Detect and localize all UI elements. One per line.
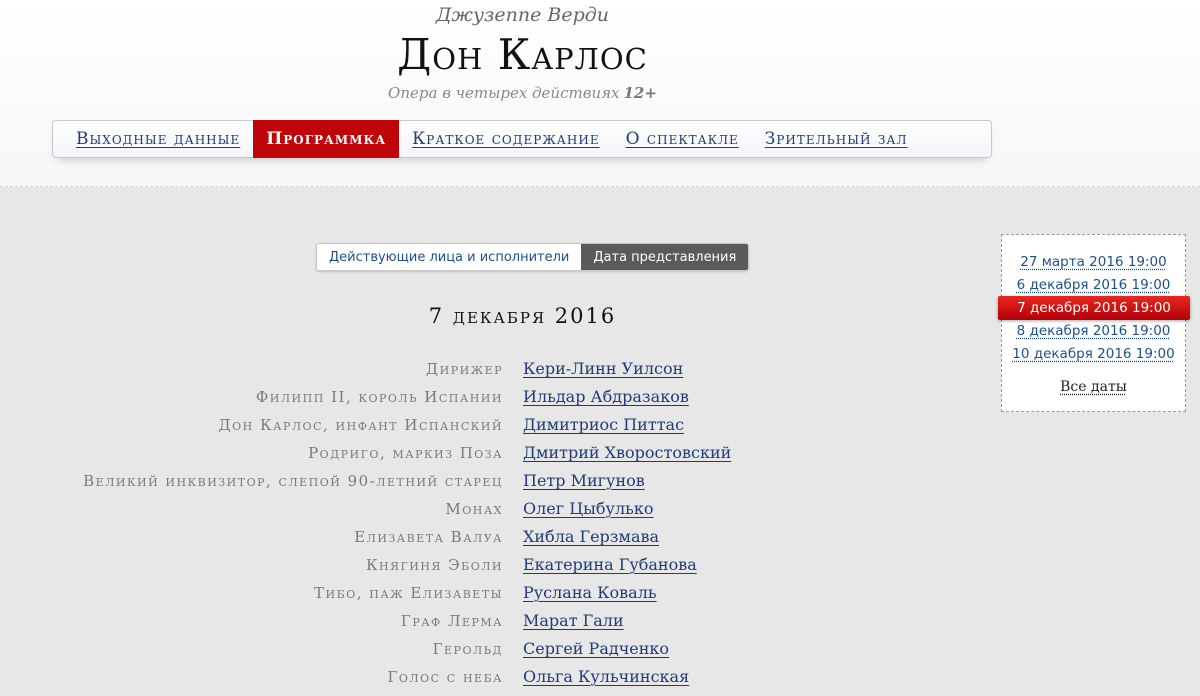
page-title: Дон Карлос [397,30,648,79]
tab-performance-date[interactable]: Дата представления [581,244,749,270]
nav-item-hall[interactable]: Зрительный зал [752,121,921,157]
composer-name: Джузеппе Верди [435,4,610,26]
performer-link[interactable]: Олег Цыбулько [523,499,653,518]
role-name: Дон Карлос, инфант Испанский [218,416,503,434]
role-name: Княгиня Эболи [365,556,503,574]
cast-row: Граф Лерма Марат Гали [0,608,1000,636]
performer-link[interactable]: Марат Гали [523,611,624,630]
performance-date-heading: 7 декабря 2016 [428,304,617,328]
cast-row: Тибо, паж Елизаветы Руслана Коваль [0,580,1000,608]
date-link[interactable]: 27 марта 2016 19:00 [1002,254,1185,270]
date-link[interactable]: 8 декабря 2016 19:00 [1002,323,1185,339]
performer-link[interactable]: Сергей Радченко [523,639,669,658]
cast-row: Елизавета Валуа Хибла Герзмава [0,524,1000,552]
date-link[interactable]: 6 декабря 2016 19:00 [1002,277,1185,293]
performer-link[interactable]: Димитриос Питтас [523,415,684,434]
cast-row: Великий инквизитор, слепой 90-летний ста… [0,468,1000,496]
role-name: Тибо, паж Елизаветы [314,584,503,602]
subtitle-text: Опера в четырех действиях [388,84,620,102]
nav-item-about[interactable]: О спектакле [613,121,752,157]
cast-row: Княгиня Эболи Екатерина Губанова [0,552,1000,580]
tab-cast[interactable]: Действующие лица и исполнители [317,244,582,270]
all-dates-link[interactable]: Все даты [1002,379,1185,395]
page-header: Джузеппе Верди Дон Карлос Опера в четыре… [0,0,1200,187]
nav-item-synopsis[interactable]: Краткое содержание [399,121,612,157]
performer-link[interactable]: Дмитрий Хворостовский [523,443,731,462]
cast-row: Голос с неба Ольга Кульчинская [0,664,1000,692]
performer-link[interactable]: Руслана Коваль [523,583,657,602]
role-name: Елизавета Валуа [354,528,503,546]
role-name: Филипп II, король Испании [255,388,503,406]
role-name: Герольд [432,640,503,658]
main-nav: Выходные данные Программка Краткое содер… [52,120,992,158]
opera-subtitle: Опера в четырех действиях 12+ [0,84,1045,102]
role-name: Дирижер [425,360,503,378]
nav-item-program[interactable]: Программка [253,120,400,158]
role-name: Монах [445,500,503,518]
cast-row: Дон Карлос, инфант Испанский Димитриос П… [0,412,1000,440]
nav-item-credits[interactable]: Выходные данные [63,121,253,157]
date-link[interactable]: 10 декабря 2016 19:00 [1002,346,1185,362]
performer-link[interactable]: Петр Мигунов [523,471,645,490]
performer-link[interactable]: Ильдар Абдразаков [523,387,689,406]
role-name: Граф Лерма [400,612,503,630]
cast-row: Монах Олег Цыбулько [0,496,1000,524]
date-link-selected[interactable]: 7 декабря 2016 19:00 [998,296,1190,320]
role-name: Родриго, маркиз Поза [308,444,503,462]
cast-row: Дирижер Кери-Линн Уилсон [0,356,1000,384]
age-rating-badge: 12+ [623,84,657,102]
performer-link[interactable]: Кери-Линн Уилсон [523,359,683,378]
cast-row: Герольд Сергей Радченко [0,636,1000,664]
performance-dates-box: 27 марта 2016 19:00 6 декабря 2016 19:00… [998,234,1190,412]
cast-row: Филипп II, король Испании Ильдар Абдраза… [0,384,1000,412]
performer-link[interactable]: Хибла Герзмава [523,527,659,546]
performer-link[interactable]: Екатерина Губанова [523,555,697,574]
role-name: Великий инквизитор, слепой 90-летний ста… [83,472,503,490]
program-subtabs: Действующие лица и исполнители Дата пред… [316,243,750,271]
role-name: Голос с неба [387,668,503,686]
cast-row: Родриго, маркиз Поза Дмитрий Хворостовск… [0,440,1000,468]
performer-link[interactable]: Ольга Кульчинская [523,667,689,686]
